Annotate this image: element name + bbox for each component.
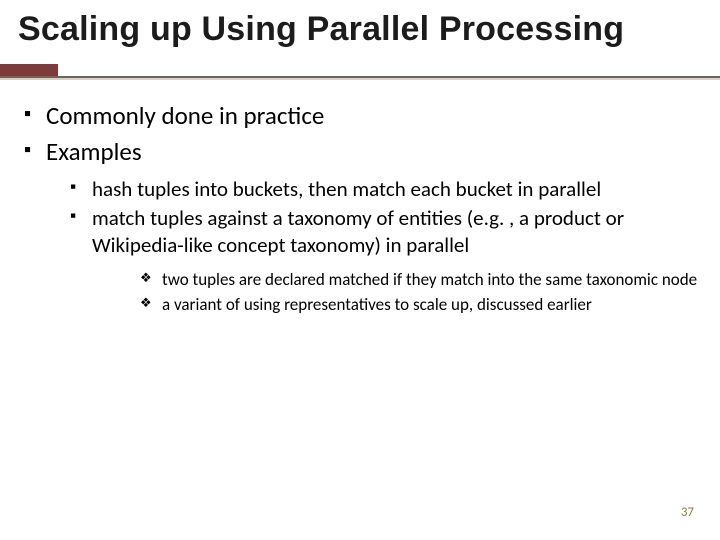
- divider-accent-tab: [0, 64, 58, 76]
- bullet-list-level-3: two tuples are declared matched if they …: [92, 269, 702, 316]
- list-item: Commonly done in practice: [18, 100, 702, 132]
- list-item: match tuples against a taxonomy of entit…: [66, 205, 702, 316]
- page-number: 37: [681, 505, 694, 520]
- list-item-text: Examples: [46, 136, 142, 167]
- list-item: Examples hash tuples into buckets, then …: [18, 136, 702, 316]
- list-item-text: two tuples are declared matched if they …: [162, 269, 697, 290]
- slide: Scaling up Using Parallel Processing Com…: [0, 0, 720, 540]
- list-item: hash tuples into buckets, then match eac…: [66, 176, 702, 203]
- list-item-text: hash tuples into buckets, then match eac…: [92, 176, 601, 202]
- list-item-text: Commonly done in practice: [46, 100, 324, 131]
- list-item-text: match tuples against a taxonomy of entit…: [92, 205, 624, 258]
- list-item: two tuples are declared matched if they …: [140, 269, 702, 291]
- slide-title: Scaling up Using Parallel Processing: [18, 10, 624, 49]
- divider-line-light: [0, 78, 720, 80]
- list-item: a variant of using representatives to sc…: [140, 294, 702, 316]
- title-divider: [0, 64, 720, 86]
- slide-body: Commonly done in practice Examples hash …: [18, 100, 702, 320]
- bullet-list-level-1: Commonly done in practice Examples hash …: [18, 100, 702, 316]
- bullet-list-level-2: hash tuples into buckets, then match eac…: [46, 176, 702, 316]
- list-item-text: a variant of using representatives to sc…: [162, 294, 592, 315]
